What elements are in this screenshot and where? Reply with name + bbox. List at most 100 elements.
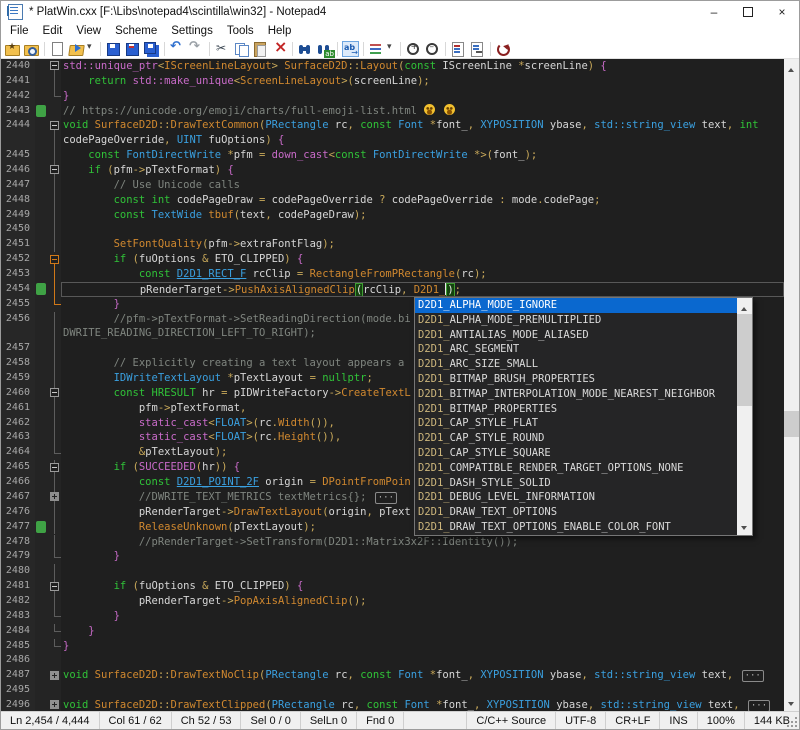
paste-icon[interactable]	[252, 41, 269, 57]
bookmark-margin[interactable]	[35, 104, 48, 119]
fold-margin[interactable]	[48, 371, 61, 386]
autocomplete-item[interactable]: D2D1_DRAW_TEXT_OPTIONS	[415, 505, 737, 520]
autocomplete-item[interactable]: D2D1_ARC_SIZE_SMALL	[415, 357, 737, 372]
maximize-button[interactable]	[731, 1, 765, 22]
status-segment-line[interactable]: Ln 2,454 / 4,444	[1, 712, 100, 729]
status-segment-selln[interactable]: SelLn 0	[301, 712, 357, 729]
status-segment-encoding[interactable]: UTF-8	[555, 712, 605, 729]
bookmark-margin[interactable]	[35, 386, 48, 401]
fold-toggle-icon[interactable]	[50, 61, 59, 70]
fold-margin[interactable]	[48, 104, 61, 119]
fold-margin[interactable]	[48, 549, 61, 564]
fold-margin[interactable]	[48, 89, 61, 104]
find-icon[interactable]	[297, 41, 314, 57]
bookmark-margin[interactable]	[35, 401, 48, 416]
menu-scheme[interactable]: Scheme	[108, 25, 164, 37]
menu-settings[interactable]: Settings	[164, 25, 220, 37]
fold-margin[interactable]	[48, 430, 61, 445]
menu-help[interactable]: Help	[261, 25, 299, 37]
fold-toggle-icon[interactable]	[50, 121, 59, 130]
bookmark-margin[interactable]	[35, 505, 48, 520]
status-segment-sel[interactable]: Sel 0 / 0	[241, 712, 300, 729]
bookmark-margin[interactable]	[35, 208, 48, 223]
autocomplete-item[interactable]: D2D1_CAP_STYLE_ROUND	[415, 431, 737, 446]
status-segment-char[interactable]: Ch 52 / 53	[172, 712, 242, 729]
fold-margin[interactable]	[48, 445, 61, 460]
scheme-icon[interactable]	[368, 41, 385, 57]
fold-margin[interactable]	[48, 341, 61, 356]
fold-margin[interactable]	[48, 505, 61, 520]
fold-margin[interactable]	[48, 237, 61, 252]
bookmark-margin[interactable]	[35, 430, 48, 445]
bookmark-margin[interactable]	[35, 252, 48, 267]
transcode-icon[interactable]	[342, 41, 359, 57]
status-segment-scheme[interactable]: C/C++ Source	[466, 712, 555, 729]
bookmark-margin[interactable]	[35, 341, 48, 356]
fold-margin[interactable]	[48, 326, 61, 341]
zoom-out-icon[interactable]	[424, 41, 441, 57]
reload-icon[interactable]	[495, 41, 512, 57]
fold-margin[interactable]	[48, 579, 61, 594]
bookmark-margin[interactable]	[35, 297, 48, 312]
fold-margin[interactable]	[48, 609, 61, 624]
fold-margin[interactable]	[48, 624, 61, 639]
bookmark-margin[interactable]	[35, 594, 48, 609]
autocomplete-item[interactable]: D2D1_ALPHA_MODE_IGNORE	[415, 298, 737, 313]
bookmark-margin[interactable]	[35, 118, 48, 133]
bookmark-margin[interactable]	[35, 59, 48, 74]
bookmark-margin[interactable]	[35, 549, 48, 564]
format-doc-icon[interactable]	[469, 41, 486, 57]
menu-caret-icon[interactable]	[387, 41, 396, 57]
fold-margin[interactable]	[48, 520, 61, 535]
autocomplete-scroll-down-icon[interactable]	[737, 519, 752, 535]
fold-margin[interactable]	[48, 683, 61, 698]
bookmark-margin[interactable]	[35, 267, 48, 282]
status-segment-eol[interactable]: CR+LF	[605, 712, 659, 729]
autocomplete-item[interactable]: D2D1_CAP_STYLE_SQUARE	[415, 446, 737, 461]
bookmark-margin[interactable]	[35, 193, 48, 208]
new-file-icon[interactable]	[49, 41, 66, 57]
bookmark-margin[interactable]	[35, 490, 48, 505]
minimize-button[interactable]: –	[697, 1, 731, 22]
replace-icon[interactable]	[316, 41, 333, 57]
fold-margin[interactable]	[48, 698, 61, 711]
bookmark-margin[interactable]	[35, 639, 48, 654]
bookmark-margin[interactable]	[35, 564, 48, 579]
fold-margin[interactable]	[48, 222, 61, 237]
fold-margin[interactable]	[48, 564, 61, 579]
fold-toggle-icon[interactable]	[50, 700, 59, 709]
scroll-down-icon[interactable]	[784, 695, 799, 711]
resize-grip[interactable]	[785, 715, 798, 728]
autocomplete-item[interactable]: D2D1_BITMAP_PROPERTIES	[415, 402, 737, 417]
zoom-in-icon[interactable]	[405, 41, 422, 57]
fold-margin[interactable]	[48, 639, 61, 654]
bookmark-margin[interactable]	[35, 698, 48, 711]
fold-margin[interactable]	[48, 208, 61, 223]
fold-margin[interactable]	[48, 401, 61, 416]
status-segment-overtype[interactable]: INS	[659, 712, 696, 729]
bookmark-margin[interactable]	[35, 326, 48, 341]
fold-margin[interactable]	[48, 386, 61, 401]
menu-view[interactable]: View	[69, 25, 108, 37]
bookmark-margin[interactable]	[35, 371, 48, 386]
bookmark-margin[interactable]	[35, 74, 48, 89]
fold-margin[interactable]	[48, 490, 61, 505]
cut-icon[interactable]	[214, 41, 231, 57]
fold-margin[interactable]	[48, 133, 61, 148]
bookmark-margin[interactable]	[35, 535, 48, 550]
save-as-icon[interactable]	[124, 41, 141, 57]
autocomplete-item[interactable]: D2D1_DASH_STYLE_SOLID	[415, 476, 737, 491]
fold-margin[interactable]	[48, 668, 61, 683]
bookmark-margin[interactable]	[35, 89, 48, 104]
browse-folder-icon[interactable]	[23, 41, 40, 57]
fold-margin[interactable]	[48, 148, 61, 163]
bookmark-margin[interactable]	[35, 178, 48, 193]
fold-toggle-icon[interactable]	[50, 388, 59, 397]
fold-margin[interactable]	[48, 356, 61, 371]
close-button[interactable]: ×	[765, 1, 799, 22]
save-all-icon[interactable]	[143, 41, 160, 57]
bookmark-margin[interactable]	[35, 163, 48, 178]
autocomplete-item[interactable]: D2D1_CAP_STYLE_FLAT	[415, 416, 737, 431]
favorites-folder-icon[interactable]	[4, 41, 21, 57]
bookmark-margin[interactable]	[35, 460, 48, 475]
